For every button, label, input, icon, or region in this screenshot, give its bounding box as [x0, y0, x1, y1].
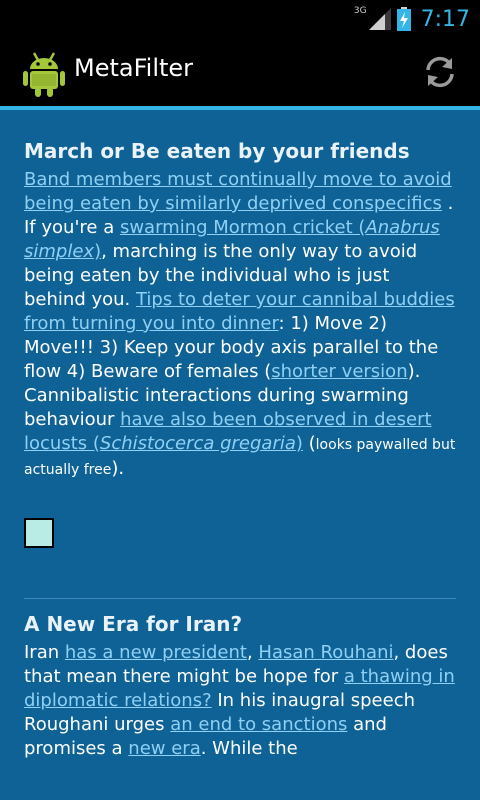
- network-type: 3G: [353, 6, 367, 16]
- post-item: March or Be eaten by your friends Band m…: [24, 138, 456, 548]
- status-icons: 3G 7:17: [354, 0, 470, 38]
- post-list: March or Be eaten by your friends Band m…: [24, 110, 456, 761]
- post-link[interactable]: Band members must continually move to av…: [24, 169, 452, 214]
- post-body: Iran has a new president, Hasan Rouhani,…: [24, 642, 455, 759]
- post-link[interactable]: shorter version: [271, 361, 407, 382]
- battery-charging-icon: [396, 7, 411, 31]
- post-link[interactable]: an end to sanctions: [170, 714, 347, 735]
- status-clock: 7:17: [420, 6, 470, 32]
- post-title: A New Era for Iran?: [24, 612, 243, 636]
- post-link[interactable]: has a new president: [65, 642, 247, 663]
- post-link[interactable]: Hasan Rouhani: [258, 642, 393, 663]
- refresh-icon: [426, 56, 454, 88]
- post-item: A New Era for Iran? Iran has a new presi…: [24, 611, 456, 761]
- divider: [24, 598, 456, 599]
- app-title: MetaFilter: [74, 54, 194, 82]
- post-link[interactable]: new era: [128, 738, 200, 759]
- signal-icon: [368, 8, 391, 30]
- status-bar: 3G 7:17: [0, 0, 480, 38]
- favorite-checkbox[interactable]: [24, 518, 54, 548]
- post-title: March or Be eaten by your friends: [24, 139, 410, 163]
- refresh-button[interactable]: [420, 52, 460, 92]
- post-body: Band members must continually move to av…: [24, 169, 456, 479]
- action-bar: MetaFilter: [0, 38, 480, 110]
- android-icon: [23, 52, 65, 97]
